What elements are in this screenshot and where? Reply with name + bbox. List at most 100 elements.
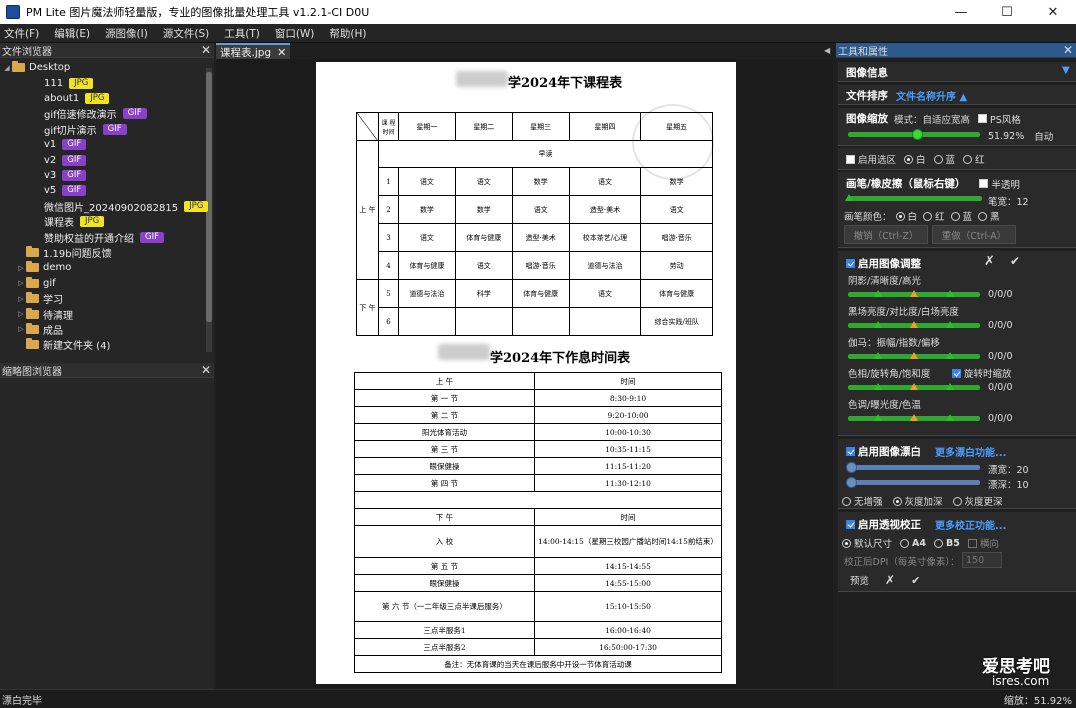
- adjust-slider-handle[interactable]: [910, 352, 918, 359]
- tree-file[interactable]: 111 JPG: [44, 75, 94, 90]
- close-icon[interactable]: ✕: [198, 43, 214, 57]
- b5-radio[interactable]: [933, 538, 943, 548]
- chevron-right-icon[interactable]: ▷: [16, 310, 26, 318]
- tree-folder[interactable]: 1.19b问题反馈: [16, 245, 112, 260]
- tree-file[interactable]: 赞助权益的开通介绍 GIF: [44, 229, 164, 245]
- tree-file[interactable]: about1 JPG: [44, 91, 110, 106]
- menu-edit[interactable]: 编辑(E): [54, 26, 90, 41]
- maximize-icon[interactable]: ☐: [984, 0, 1030, 24]
- adjust-slider-handle[interactable]: [874, 414, 883, 421]
- brush-width-slider[interactable]: [848, 196, 982, 201]
- tree-folder[interactable]: ◢ Desktop: [2, 60, 70, 75]
- dpi-input[interactable]: 150: [962, 552, 1002, 568]
- whiten-width-slider[interactable]: [848, 465, 980, 470]
- selection-white-radio[interactable]: [904, 154, 914, 164]
- check-icon[interactable]: ✔: [911, 574, 920, 587]
- scale-slider-knob[interactable]: [911, 129, 923, 140]
- whiten-width-knob[interactable]: [846, 462, 857, 473]
- menu-tools[interactable]: 工具(T): [224, 26, 260, 41]
- tree-folder[interactable]: ▷ gif: [16, 276, 56, 291]
- adjust-slider-handle[interactable]: [945, 352, 954, 359]
- landscape-checkbox[interactable]: [967, 538, 977, 548]
- tab-scroll-icon[interactable]: ◀: [824, 46, 830, 55]
- image-canvas[interactable]: 学2024年下课程表 课 程 时间 星期一 星期二 星期三 星期四 星期五 上 …: [316, 62, 736, 684]
- redo-button[interactable]: 重做（Ctrl-A）: [932, 225, 1016, 244]
- image-info-section[interactable]: 图像信息 ▼: [838, 62, 1076, 82]
- tree-file[interactable]: v5 GIF: [44, 183, 87, 198]
- whiten-depth-slider[interactable]: [848, 480, 980, 485]
- tree-folder[interactable]: ▷ demo: [16, 260, 71, 275]
- tree-file[interactable]: gif切片演示 GIF: [44, 122, 127, 137]
- undo-button[interactable]: 撤销（Ctrl-Z）: [844, 225, 928, 244]
- tree-folder[interactable]: ▷ 待清理: [16, 306, 73, 322]
- tree-file[interactable]: 课程表 JPG: [44, 214, 105, 229]
- chevron-down-icon[interactable]: ◢: [2, 64, 12, 72]
- adjust-slider-handle[interactable]: [874, 383, 883, 390]
- brush-white-radio[interactable]: [895, 211, 905, 221]
- adjust-slider-handle[interactable]: [945, 414, 954, 421]
- gray-deepen-radio[interactable]: [892, 496, 902, 506]
- chevron-right-icon[interactable]: ▷: [16, 279, 26, 287]
- scale-auto[interactable]: 自动: [1034, 129, 1053, 143]
- adjust-slider-handle[interactable]: [910, 414, 918, 421]
- tree-folder[interactable]: 新建文件夹 (4): [16, 337, 110, 352]
- perspective-more-link[interactable]: 更多校正功能...: [935, 517, 1006, 532]
- check-icon[interactable]: ✔: [1010, 254, 1020, 268]
- adjust-checkbox[interactable]: [846, 259, 855, 268]
- cross-icon[interactable]: ✗: [885, 573, 895, 587]
- menu-file[interactable]: 文件(F): [4, 26, 39, 41]
- adjust-slider-handle[interactable]: [874, 352, 883, 359]
- chevron-right-icon[interactable]: ▷: [16, 264, 26, 272]
- no-enhance-radio[interactable]: [842, 496, 851, 506]
- menu-source-image[interactable]: 源图像(I): [105, 26, 148, 41]
- preview-label[interactable]: 预览: [850, 573, 869, 587]
- brush-black-radio[interactable]: [978, 211, 988, 221]
- close-icon[interactable]: ✕: [198, 363, 214, 377]
- perspective-checkbox[interactable]: [846, 520, 855, 529]
- tree-file[interactable]: gif倍速修改演示 GIF: [44, 106, 147, 121]
- menu-window[interactable]: 窗口(W): [275, 26, 315, 41]
- close-window-icon[interactable]: ✕: [1030, 0, 1076, 24]
- a4-radio[interactable]: [900, 538, 910, 548]
- chevron-right-icon[interactable]: ▷: [16, 295, 26, 303]
- tree-folder[interactable]: ▷ 学习: [16, 291, 63, 306]
- adjust-slider-handle[interactable]: [945, 321, 954, 328]
- expand-icon[interactable]: ▼: [1062, 65, 1070, 76]
- ps-style-checkbox[interactable]: [978, 114, 988, 123]
- adjust-slider-handle[interactable]: [874, 321, 883, 328]
- selection-blue-radio[interactable]: [933, 154, 943, 164]
- chevron-right-icon[interactable]: ▷: [16, 325, 26, 333]
- rotate-scale-checkbox[interactable]: [952, 368, 961, 378]
- cross-icon[interactable]: ✗: [984, 254, 995, 269]
- brush-blue-radio[interactable]: [950, 211, 960, 221]
- default-size-radio[interactable]: [842, 538, 851, 548]
- adjust-slider-handle[interactable]: [945, 383, 954, 390]
- tree-file[interactable]: v3 GIF: [44, 168, 87, 183]
- brush-width-handle[interactable]: [845, 194, 853, 201]
- whiten-checkbox[interactable]: [846, 447, 855, 456]
- whiten-more-link[interactable]: 更多漂白功能...: [935, 444, 1006, 459]
- tree-file[interactable]: 微信图片_20240902082815 JPG: [44, 199, 209, 214]
- tree-file[interactable]: v1 GIF: [44, 137, 87, 152]
- close-icon[interactable]: ✕: [277, 46, 286, 59]
- brush-red-radio[interactable]: [923, 211, 933, 221]
- tree-scrollbar-thumb[interactable]: [206, 72, 212, 322]
- gray-deeper-radio[interactable]: [952, 496, 962, 506]
- adjust-slider-handle[interactable]: [910, 290, 918, 297]
- semi-transparent-checkbox[interactable]: [979, 179, 989, 188]
- selection-red-radio[interactable]: [963, 154, 973, 164]
- close-icon[interactable]: ✕: [1060, 43, 1076, 57]
- minimize-icon[interactable]: —: [938, 0, 984, 24]
- sort-value[interactable]: 文件名称升序 ▲: [896, 88, 967, 103]
- adjust-slider-handle[interactable]: [910, 383, 918, 390]
- adjust-slider-handle[interactable]: [910, 321, 918, 328]
- menu-source-file[interactable]: 源文件(S): [163, 26, 209, 41]
- whiten-depth-knob[interactable]: [846, 477, 857, 488]
- menu-help[interactable]: 帮助(H): [329, 26, 366, 41]
- selection-checkbox[interactable]: [846, 154, 855, 164]
- tab-document[interactable]: 课程表.jpg ✕: [216, 43, 291, 59]
- tree-folder[interactable]: ▷ 成品: [16, 322, 63, 337]
- tree-file[interactable]: v2 GIF: [44, 152, 87, 167]
- adjust-slider-handle[interactable]: [945, 290, 954, 297]
- adjust-slider-handle[interactable]: [874, 290, 883, 297]
